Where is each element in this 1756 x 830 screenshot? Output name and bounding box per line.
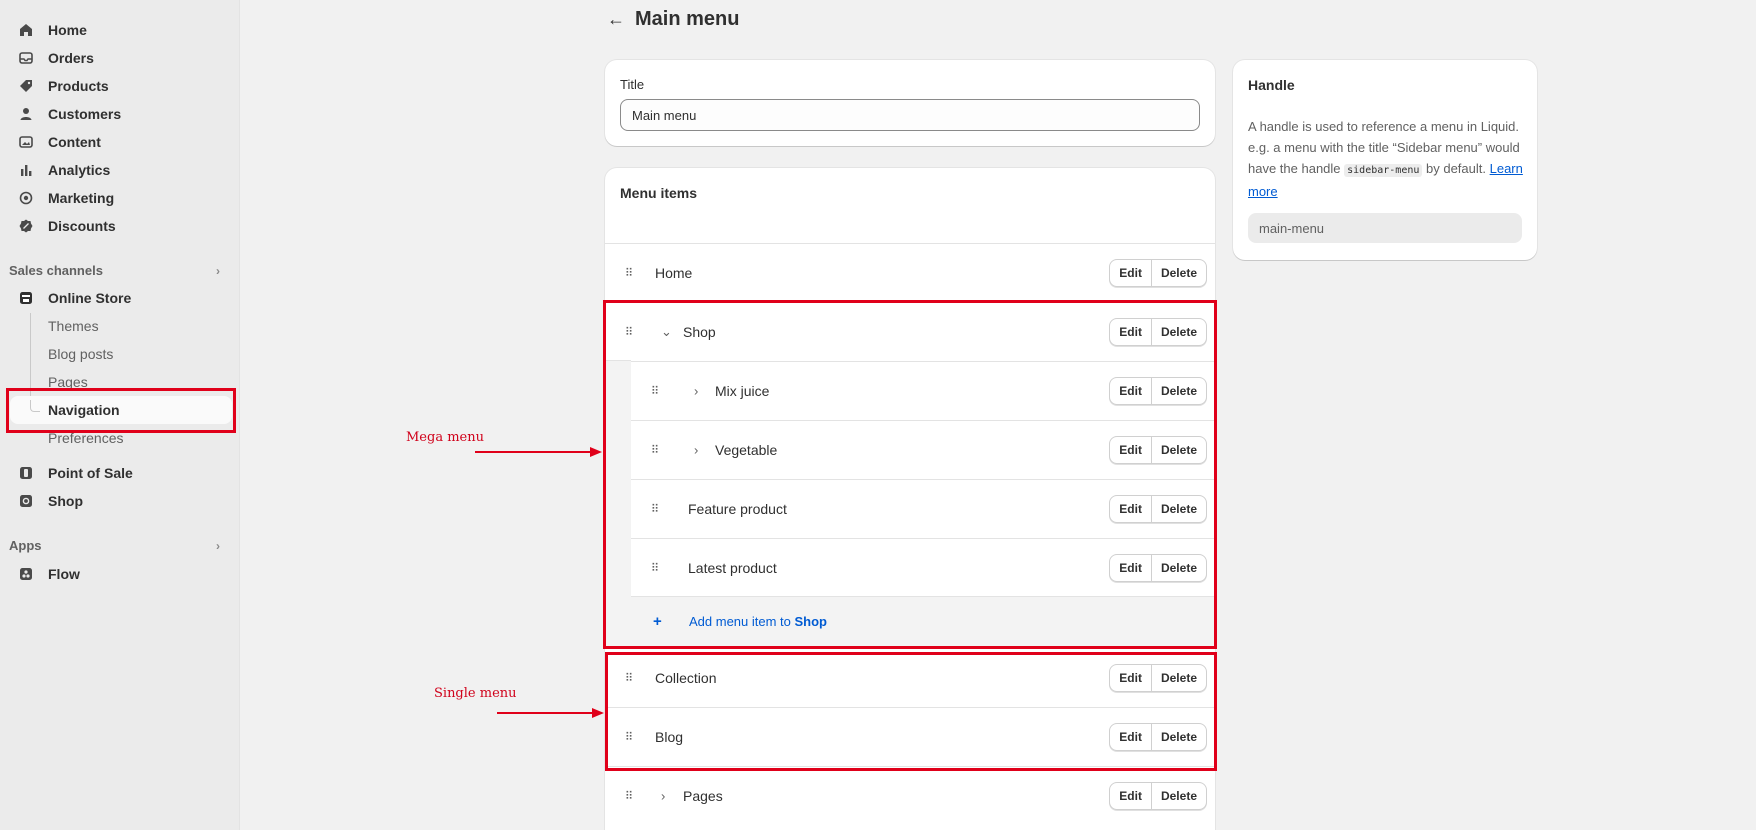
nav-content[interactable]: Content [18, 129, 101, 155]
handle-description: A handle is used to reference a menu in … [1248, 116, 1523, 202]
pos-icon [18, 465, 34, 481]
nav-customers-label: Customers [48, 106, 122, 122]
highlight-navigation-box [6, 388, 236, 433]
nav-customers[interactable]: Customers [18, 101, 121, 127]
page-header: ← Main menu [607, 8, 739, 31]
person-icon [18, 106, 34, 122]
nav-home[interactable]: Home [18, 17, 87, 43]
nav-orders-label: Orders [48, 50, 94, 66]
nav-flow[interactable]: Flow [18, 561, 80, 587]
nav-flow-label: Flow [48, 566, 80, 582]
apps-label: Apps [9, 538, 42, 553]
home-icon [18, 22, 34, 38]
handle-code-example: sidebar-menu [1344, 164, 1423, 177]
handle-card-title: Handle [1248, 77, 1295, 93]
discount-icon [18, 218, 34, 234]
single-menu-arrow [497, 712, 597, 714]
arrow-head-icon [590, 447, 602, 457]
nav-analytics-label: Analytics [48, 162, 111, 178]
bar-chart-icon [18, 162, 34, 178]
mega-menu-annotation: Mega menu [406, 430, 484, 445]
store-icon [18, 290, 34, 306]
nav-discounts-label: Discounts [48, 218, 116, 234]
nav-home-label: Home [48, 22, 87, 38]
handle-input[interactable]: main-menu [1248, 213, 1522, 243]
row-actions: Edit Delete [1109, 259, 1207, 287]
title-field-label: Title [620, 77, 645, 92]
menu-row-pages: ⠿ › Pages Edit Delete [605, 766, 1215, 825]
nav-point-of-sale[interactable]: Point of Sale [18, 460, 133, 486]
nav-analytics[interactable]: Analytics [18, 157, 110, 183]
nav-shop[interactable]: Shop [18, 488, 83, 514]
handle-card: Handle A handle is used to reference a m… [1233, 60, 1537, 260]
drag-handle-icon[interactable]: ⠿ [625, 790, 633, 803]
mega-menu-arrow [475, 451, 595, 453]
nav-discounts[interactable]: Discounts [18, 213, 116, 239]
shop-app-icon [18, 493, 34, 509]
nav-products[interactable]: Products [18, 73, 109, 99]
title-card: Title [605, 60, 1215, 146]
menu-row-home: ⠿ Home Edit Delete [605, 243, 1215, 302]
nav-online-store[interactable]: Online Store [18, 285, 131, 311]
delete-button[interactable]: Delete [1150, 783, 1206, 809]
highlight-single-menu-box [605, 652, 1217, 771]
back-arrow-icon[interactable]: ← [607, 9, 625, 30]
drag-handle-icon[interactable]: ⠿ [625, 267, 633, 280]
nav-pos-label: Point of Sale [48, 465, 133, 481]
highlight-mega-menu-box [603, 300, 1217, 649]
chevron-right-icon[interactable]: › [661, 789, 665, 804]
sidebar-item-themes[interactable]: Themes [48, 314, 99, 338]
image-icon [18, 134, 34, 150]
apps-header[interactable]: Apps › [9, 538, 224, 553]
tag-icon [18, 78, 34, 94]
menu-item-label: Home [655, 265, 693, 281]
chevron-right-icon: › [216, 538, 220, 553]
nav-products-label: Products [48, 78, 109, 94]
chevron-right-icon: › [216, 263, 220, 278]
sidebar-item-blog-posts[interactable]: Blog posts [48, 342, 113, 366]
single-menu-annotation: Single menu [434, 686, 517, 701]
menu-item-label: Pages [683, 788, 723, 804]
handle-desc-text-2: by default. [1422, 161, 1490, 176]
title-input[interactable] [620, 99, 1200, 131]
nav-shop-label: Shop [48, 493, 83, 509]
nav-marketing[interactable]: Marketing [18, 185, 114, 211]
menu-items-title: Menu items [620, 185, 698, 201]
row-actions: Edit Delete [1109, 782, 1207, 810]
nav-content-label: Content [48, 134, 101, 150]
inbox-icon [18, 50, 34, 66]
nav-marketing-label: Marketing [48, 190, 115, 206]
nav-orders[interactable]: Orders [18, 45, 94, 71]
edit-button[interactable]: Edit [1110, 783, 1151, 809]
target-icon [18, 190, 34, 206]
page-title: Main menu [635, 8, 740, 30]
arrow-head-icon [592, 708, 604, 718]
edit-button[interactable]: Edit [1110, 260, 1151, 286]
flow-icon [18, 566, 34, 582]
sales-channels-label: Sales channels [9, 263, 103, 278]
sales-channels-header[interactable]: Sales channels › [9, 263, 224, 278]
nav-online-store-label: Online Store [48, 290, 132, 306]
delete-button[interactable]: Delete [1150, 260, 1206, 286]
